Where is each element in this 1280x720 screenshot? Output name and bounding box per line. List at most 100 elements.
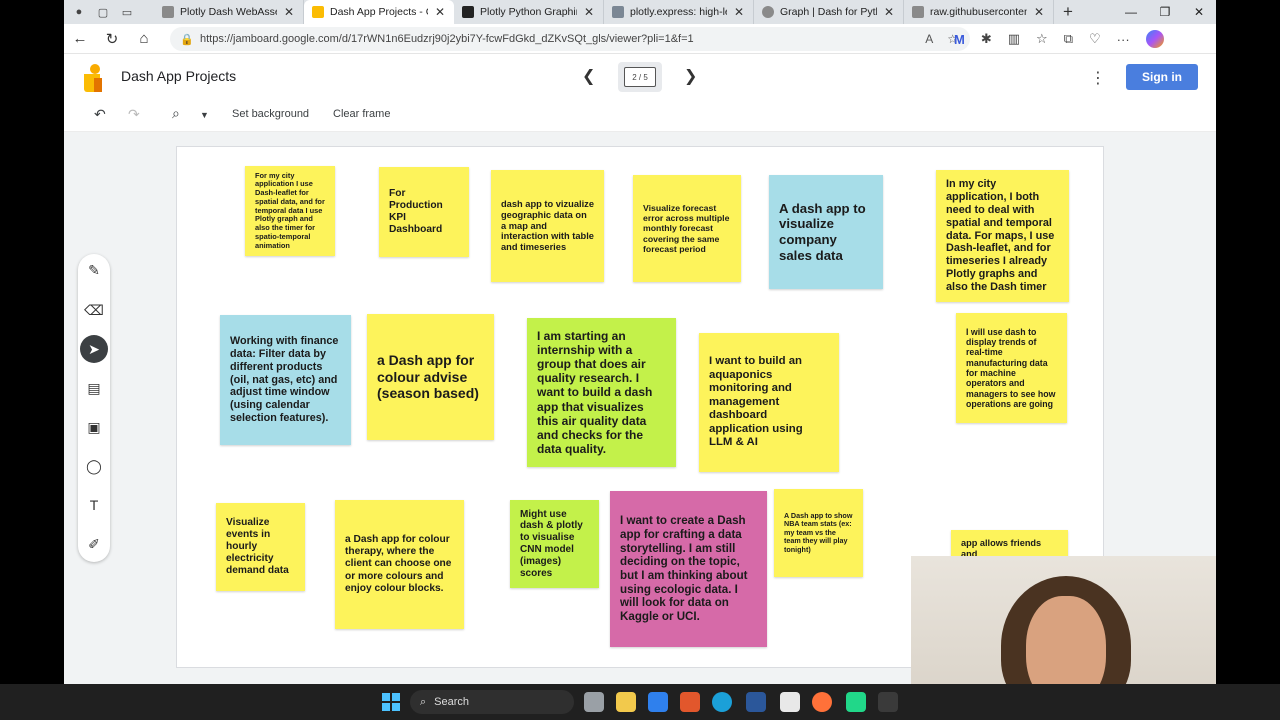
jamboard-favicon-icon	[312, 6, 324, 18]
previous-frame-icon[interactable]: ❮	[582, 66, 595, 86]
tab-title: plotly.express: high-level	[630, 6, 727, 18]
eraser-tool-icon[interactable]: ⌫	[80, 296, 108, 324]
slack-icon[interactable]	[780, 692, 800, 712]
clear-frame-button[interactable]: Clear frame	[333, 108, 390, 120]
tab-actions-icon[interactable]: ▭	[120, 5, 134, 19]
screen: ● ▢ ▭ Plotly Dash WebAssembly ✕ Dash App…	[0, 0, 1280, 720]
copilot-icon[interactable]	[1145, 30, 1164, 48]
jam-title[interactable]: Dash App Projects	[121, 68, 236, 84]
tool-rail: ✎ ⌫ ➤ ▤ ▣ ◯ T ✐	[78, 254, 110, 562]
pen-tool-icon[interactable]: ✎	[80, 256, 108, 284]
sticky-note[interactable]: For my city application I use Dash-leafl…	[245, 166, 335, 256]
tab-dash-app-projects[interactable]: Dash App Projects - Goo ✕	[304, 0, 454, 24]
set-background-button[interactable]: Set background	[232, 108, 309, 120]
close-tab-icon[interactable]: ✕	[733, 5, 745, 19]
zoom-dropdown-icon[interactable]: ▼	[200, 110, 209, 120]
firefox-icon[interactable]	[812, 692, 832, 712]
terminal-icon[interactable]	[878, 692, 898, 712]
more-options-icon[interactable]: ···	[1117, 32, 1130, 47]
sticky-note[interactable]: For Production KPI Dashboard	[379, 167, 469, 257]
sticky-note-tool-icon[interactable]: ▤	[80, 374, 108, 402]
text-box-tool-icon[interactable]: T	[80, 491, 108, 519]
browser-essentials-icon[interactable]: ♡	[1089, 31, 1101, 47]
redo-icon[interactable]: ↷	[128, 106, 140, 123]
tab-title: raw.githubusercontent.co	[930, 6, 1027, 18]
navigation-bar: ← ↻ ⌂ 🔒 https://jamboard.google.com/d/17…	[64, 24, 1216, 54]
sticky-note[interactable]: A Dash app to show NBA team stats (ex: m…	[774, 489, 863, 577]
edge-icon[interactable]	[712, 692, 732, 712]
collections-icon[interactable]: ⧉	[1064, 31, 1073, 47]
frame-indicator: 2 / 5	[624, 67, 656, 87]
word-icon[interactable]	[746, 692, 766, 712]
tab-title: Graph | Dash for Python	[780, 6, 877, 18]
workspaces-icon[interactable]: ▢	[96, 5, 110, 19]
close-tab-icon[interactable]: ✕	[434, 5, 446, 19]
sticky-note[interactable]: a Dash app for colour advise (season bas…	[367, 314, 494, 440]
tab-title: Plotly Python Graphing Li	[480, 6, 577, 18]
profile-icon[interactable]: ●	[72, 5, 86, 19]
doc-favicon-icon	[612, 6, 624, 18]
sticky-note[interactable]: A dash app to visualize company sales da…	[769, 175, 883, 289]
close-tab-icon[interactable]: ✕	[1033, 5, 1045, 19]
taskbar-search[interactable]: ⌕ Search	[410, 690, 574, 714]
lock-icon[interactable]: 🔒	[180, 33, 200, 46]
close-tab-icon[interactable]: ✕	[283, 5, 295, 19]
select-tool-icon[interactable]: ➤	[80, 335, 108, 363]
sticky-note[interactable]: a Dash app for colour therapy, where the…	[335, 500, 464, 629]
extensions-icon[interactable]: ✱	[981, 31, 992, 47]
tab-title: Dash App Projects - Goo	[330, 6, 428, 18]
split-screen-icon[interactable]: ▥	[1008, 31, 1020, 47]
tab-plotly-python[interactable]: Plotly Python Graphing Li ✕	[454, 0, 604, 24]
sticky-note[interactable]: I want to create a Dash app for crafting…	[610, 491, 767, 647]
plotly-favicon-icon	[462, 6, 474, 18]
search-label: Search	[434, 696, 470, 708]
sticky-note[interactable]: Visualize forecast error across multiple…	[633, 175, 741, 282]
sticky-note[interactable]: dash app to vizualize geographic data on…	[491, 170, 604, 282]
start-button-icon[interactable]	[382, 693, 400, 711]
minimize-icon[interactable]: —	[1114, 0, 1148, 24]
dash-favicon-icon	[762, 6, 774, 18]
url-text[interactable]: https://jamboard.google.com/d/17rWN1n6Eu…	[200, 33, 925, 45]
close-tab-icon[interactable]: ✕	[883, 5, 895, 19]
taskbar: ⌕ Search	[0, 684, 1280, 720]
favorites-icon[interactable]: ☆	[1036, 31, 1048, 47]
tab-raw-github[interactable]: raw.githubusercontent.co ✕	[904, 0, 1054, 24]
sticky-note[interactable]: I am starting an internship with a group…	[527, 318, 676, 467]
refresh-icon[interactable]: ↻	[96, 24, 128, 54]
new-tab-icon[interactable]: +	[1054, 2, 1082, 22]
vscode-icon[interactable]	[648, 692, 668, 712]
tab-plotly-dash-wasm[interactable]: Plotly Dash WebAssembly ✕	[154, 0, 304, 24]
brave-icon[interactable]	[680, 692, 700, 712]
more-menu-icon[interactable]: ⋮	[1090, 68, 1106, 88]
sticky-note[interactable]: I want to build an aquaponics monitoring…	[699, 333, 839, 472]
address-bar[interactable]: 🔒 https://jamboard.google.com/d/17rWN1n6…	[170, 27, 970, 51]
circle-tool-icon[interactable]: ◯	[80, 452, 108, 480]
home-icon[interactable]: ⌂	[128, 24, 160, 54]
tab-favicon-icon	[162, 6, 174, 18]
zoom-icon[interactable]: ⌕	[172, 105, 180, 122]
file-explorer-icon[interactable]	[616, 692, 636, 712]
tab-graph-dash[interactable]: Graph | Dash for Python ✕	[754, 0, 904, 24]
browser-actions: M ✱ ▥ ☆ ⧉ ♡ ···	[954, 24, 1164, 54]
pycharm-icon[interactable]	[846, 692, 866, 712]
tab-plotly-express[interactable]: plotly.express: high-level ✕	[604, 0, 754, 24]
back-icon[interactable]: ←	[64, 24, 96, 54]
next-frame-icon[interactable]: ❯	[684, 66, 697, 86]
read-aloud-icon[interactable]: A	[925, 32, 933, 46]
undo-icon[interactable]: ↶	[94, 106, 106, 123]
laser-tool-icon[interactable]: ✐	[80, 530, 108, 558]
sticky-note[interactable]: Working with finance data: Filter data b…	[220, 315, 351, 445]
frame-bar-toggle[interactable]: 2 / 5	[618, 62, 662, 92]
sticky-note[interactable]: I will use dash to display trends of rea…	[956, 313, 1067, 423]
close-window-icon[interactable]: ✕	[1182, 0, 1216, 24]
sticky-note[interactable]: Might use dash & plotly to visualise CNN…	[510, 500, 599, 588]
right-letterbox	[1216, 0, 1280, 684]
restore-icon[interactable]: ❐	[1148, 0, 1182, 24]
image-tool-icon[interactable]: ▣	[80, 413, 108, 441]
extension-m-icon[interactable]: M	[954, 32, 965, 47]
sign-in-button[interactable]: Sign in	[1126, 64, 1198, 90]
sticky-note[interactable]: Visualize events in hourly electricity d…	[216, 503, 305, 591]
close-tab-icon[interactable]: ✕	[583, 5, 595, 19]
task-view-icon[interactable]	[584, 692, 604, 712]
sticky-note[interactable]: In my city application, I both need to d…	[936, 170, 1069, 302]
